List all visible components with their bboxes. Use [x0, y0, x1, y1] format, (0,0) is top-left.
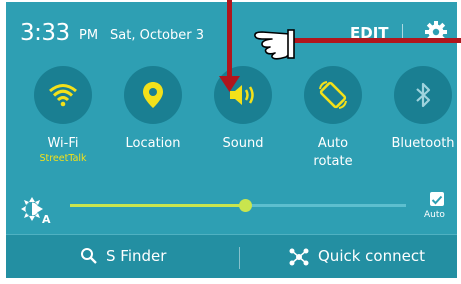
tutorial-annotations [219, 0, 461, 92]
pointing-hand-annotation [254, 29, 461, 60]
down-arrow-annotation [219, 0, 240, 92]
